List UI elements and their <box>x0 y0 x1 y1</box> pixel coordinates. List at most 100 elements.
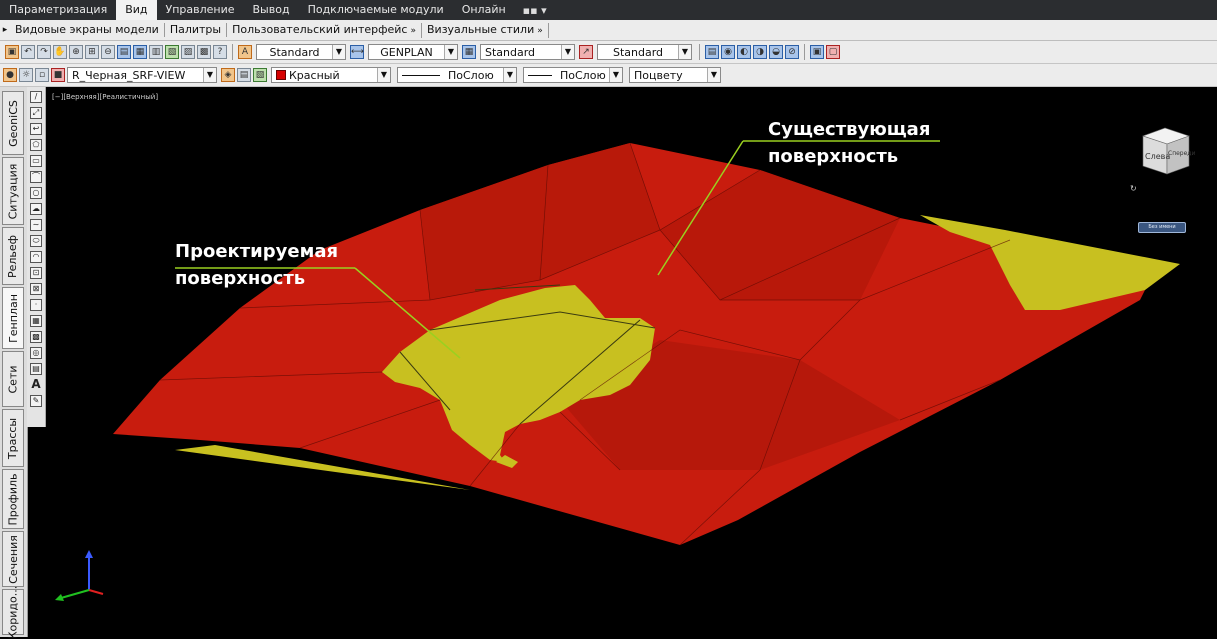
chevron-down-icon[interactable]: ▼ <box>707 68 720 82</box>
orbit-icon[interactable]: ⊘ <box>785 45 799 59</box>
sun-icon[interactable]: ☼ <box>19 68 33 82</box>
arc2-icon[interactable]: ⌒ <box>30 171 42 183</box>
tab-corridors[interactable]: Коридо... <box>2 585 24 639</box>
view-manager-icon[interactable]: ▣ <box>810 45 824 59</box>
tab-sections[interactable]: Сечения <box>2 531 24 587</box>
redo-icon[interactable]: ↷ <box>37 45 51 59</box>
lineweight-select[interactable]: ПоСлою ▼ <box>523 67 623 83</box>
layer-make-current-icon[interactable]: ◈ <box>221 68 235 82</box>
wcs-menu[interactable]: Без имени <box>1138 222 1186 233</box>
table-icon[interactable]: ▤ <box>30 363 42 375</box>
viewcube-compass-icon[interactable]: ↻ <box>1130 184 1137 193</box>
layer-color-icon[interactable]: ■ <box>51 68 65 82</box>
add-selected-icon[interactable]: ✎ <box>30 395 42 407</box>
line-icon[interactable]: / <box>30 91 42 103</box>
tool-palettes-icon[interactable]: ▧ <box>165 45 179 59</box>
mleader-style-select[interactable]: Standard ▼ <box>597 44 692 60</box>
drawing-viewport[interactable] <box>46 87 1217 637</box>
panel-visual-styles[interactable]: Визуальные стили» <box>422 22 549 38</box>
properties-icon[interactable]: ▤ <box>117 45 131 59</box>
tab-output[interactable]: Вывод <box>244 0 299 20</box>
view-left-icon[interactable]: ◐ <box>737 45 751 59</box>
tab-plugins[interactable]: Подключаемые модули <box>299 0 453 20</box>
tab-routes[interactable]: Трассы <box>2 409 24 467</box>
workspace-icon[interactable]: ▣ <box>5 45 19 59</box>
polygon-icon[interactable]: ⬠ <box>30 139 42 151</box>
linetype-select[interactable]: ПоСлою ▼ <box>397 67 517 83</box>
layer-previous-icon[interactable]: ▧ <box>253 68 267 82</box>
spline-icon[interactable]: ∼ <box>30 219 42 231</box>
bulb-icon[interactable]: ● <box>3 68 17 82</box>
revcloud-icon[interactable]: ☁ <box>30 203 42 215</box>
make-block-icon[interactable]: ⊠ <box>30 283 42 295</box>
chevron-down-icon[interactable]: ▼ <box>561 45 574 59</box>
tab-manage[interactable]: Управление <box>157 0 244 20</box>
gradient-icon[interactable]: ▩ <box>30 331 42 343</box>
calculator-icon[interactable]: ▩ <box>197 45 211 59</box>
tab-genplan[interactable]: Генплан <box>2 287 24 349</box>
layer-state-icon[interactable]: ▤ <box>237 68 251 82</box>
lock-icon[interactable]: ▫ <box>35 68 49 82</box>
panel-expand-icon[interactable]: » <box>537 26 543 36</box>
viewcube-front-face[interactable]: Спереди <box>1168 150 1195 157</box>
tab-online[interactable]: Онлайн <box>453 0 515 20</box>
table-style-select[interactable]: Standard ▼ <box>480 44 575 60</box>
chevron-down-icon[interactable]: ▼ <box>377 68 390 82</box>
point-icon[interactable]: · <box>30 299 42 311</box>
tab-geonics[interactable]: GeoniCS <box>2 91 24 155</box>
help-icon[interactable]: ? <box>213 45 227 59</box>
text-style-icon[interactable]: A <box>238 45 252 59</box>
undo-icon[interactable]: ↶ <box>21 45 35 59</box>
insert-block-icon[interactable]: ⊡ <box>30 267 42 279</box>
zoom-previous-icon[interactable]: ⊖ <box>101 45 115 59</box>
view-front-icon[interactable]: ◒ <box>769 45 783 59</box>
ellipse-icon[interactable]: ⬭ <box>30 235 42 247</box>
tab-situation[interactable]: Ситуация <box>2 157 24 225</box>
chevron-down-icon[interactable]: ▼ <box>678 45 691 59</box>
design-center-icon[interactable]: ▥ <box>149 45 163 59</box>
tab-relief[interactable]: Рельеф <box>2 227 24 285</box>
ribbon-minimize-button[interactable]: ▪▪ ▾ <box>515 4 555 17</box>
viewcube-left-face[interactable]: Слева <box>1145 152 1170 161</box>
zoom-window-icon[interactable]: ⊞ <box>85 45 99 59</box>
viewcube[interactable]: Слева Спереди <box>1135 122 1195 184</box>
markup-icon[interactable]: ▨ <box>181 45 195 59</box>
view-bottom-icon[interactable]: ◉ <box>721 45 735 59</box>
chevron-down-icon[interactable]: ▼ <box>203 68 216 82</box>
chevron-down-icon[interactable]: ▼ <box>609 68 622 82</box>
panel-model-viewports[interactable]: Видовые экраны модели <box>10 23 165 37</box>
circle-icon[interactable]: ○ <box>30 187 42 199</box>
hatch-icon[interactable]: ▦ <box>30 315 42 327</box>
tab-parametrization[interactable]: Параметризация <box>0 0 116 20</box>
color-select[interactable]: Красный ▼ <box>271 67 391 83</box>
panel-expand-icon[interactable]: » <box>410 26 416 36</box>
ellipse-arc-icon[interactable]: ◠ <box>30 251 42 263</box>
mleader-style-icon[interactable]: ↗ <box>579 45 593 59</box>
panel-scroll-left-icon[interactable]: ▸ <box>0 25 10 35</box>
mtext-icon[interactable]: A <box>30 378 42 391</box>
table-style-icon[interactable]: ▦ <box>462 45 476 59</box>
region-icon[interactable]: ◎ <box>30 347 42 359</box>
dim-style-icon[interactable]: ⟷ <box>350 45 364 59</box>
dim-style-select[interactable]: GENPLAN ▼ <box>368 44 458 60</box>
zoom-realtime-icon[interactable]: ⊕ <box>69 45 83 59</box>
chevron-down-icon[interactable]: ▼ <box>503 68 516 82</box>
tab-networks[interactable]: Сети <box>2 351 24 407</box>
viewport-controls-label[interactable]: [−][Верхняя][Реалистичный] <box>52 93 158 101</box>
plotstyle-select[interactable]: Поцвету ▼ <box>629 67 721 83</box>
view-top-icon[interactable]: ▤ <box>705 45 719 59</box>
rectangle-icon[interactable]: ▭ <box>30 155 42 167</box>
panel-palettes[interactable]: Палитры <box>165 23 228 37</box>
panel-user-interface[interactable]: Пользовательский интерфейс» <box>227 22 422 38</box>
chevron-down-icon[interactable]: ▼ <box>444 45 457 59</box>
sheet-set-icon[interactable]: ▦ <box>133 45 147 59</box>
text-style-select[interactable]: Standard ▼ <box>256 44 346 60</box>
camera-icon[interactable]: ▢ <box>826 45 840 59</box>
chevron-down-icon[interactable]: ▼ <box>332 45 345 59</box>
polyline-icon[interactable]: ⤢ <box>30 107 42 119</box>
pan-icon[interactable]: ✋ <box>53 45 67 59</box>
tab-view[interactable]: Вид <box>116 0 157 20</box>
arc-icon[interactable]: ↩ <box>30 123 42 135</box>
layer-select[interactable]: R_Черная_SRF-VIEW ▼ <box>67 67 217 83</box>
tab-profile[interactable]: Профиль <box>2 469 24 529</box>
